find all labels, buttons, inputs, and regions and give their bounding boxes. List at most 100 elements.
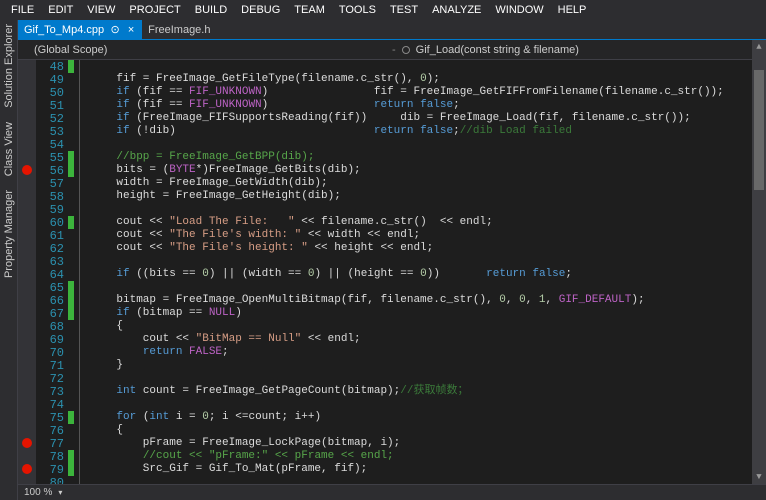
tab-label: FreeImage.h xyxy=(148,24,210,36)
menu-window[interactable]: WINDOW xyxy=(488,4,550,16)
line-number: 64 xyxy=(50,268,64,281)
code-editor[interactable]: 4849505152535455565758596061626364656667… xyxy=(18,60,752,484)
menu-analyze[interactable]: ANALYZE xyxy=(425,4,488,16)
breakpoint-gutter[interactable] xyxy=(18,60,36,484)
code-line[interactable]: if (!dib) return false;//dib Load failed xyxy=(90,125,572,138)
line-number: 75 xyxy=(50,411,64,424)
code-line[interactable]: if ((bits == 0) || (width == 0) || (heig… xyxy=(90,268,572,281)
panel-tab-property-manager[interactable]: Property Manager xyxy=(3,190,15,278)
code-line[interactable]: //bpp = FreeImage_GetBPP(dib); xyxy=(90,151,314,164)
menu-team[interactable]: TEAM xyxy=(287,4,332,16)
menu-view[interactable]: VIEW xyxy=(80,4,122,16)
tab-freeimage-h[interactable]: FreeImage.h xyxy=(142,20,216,39)
zoom-dropdown-icon[interactable]: ▾ xyxy=(58,488,62,497)
code-line[interactable]: width = FreeImage_GetWidth(dib); xyxy=(90,177,328,190)
menu-help[interactable]: HELP xyxy=(551,4,594,16)
line-number: 66 xyxy=(50,294,64,307)
line-number: 79 xyxy=(50,463,64,476)
code-line[interactable]: { xyxy=(90,320,123,333)
line-number: 61 xyxy=(50,229,64,242)
code-line[interactable]: bitmap = FreeImage_OpenMultiBitmap(fif, … xyxy=(90,294,645,307)
code-line[interactable]: if (FreeImage_FIFSupportsReading(fif)) d… xyxy=(90,112,691,125)
scope-left-dropdown[interactable]: (Global Scope) xyxy=(18,44,392,56)
line-number-gutter: 4849505152535455565758596061626364656667… xyxy=(36,60,68,484)
scope-right-dropdown[interactable]: Gif_Load(const string & filename) xyxy=(416,44,579,56)
menu-build[interactable]: BUILD xyxy=(188,4,234,16)
menu-tools[interactable]: TOOLS xyxy=(332,4,383,16)
menu-project[interactable]: PROJECT xyxy=(122,4,187,16)
line-number: 76 xyxy=(50,424,64,437)
panel-tab-class-view[interactable]: Class View xyxy=(3,122,15,176)
navigation-bar: (Global Scope) - Gif_Load(const string &… xyxy=(18,40,766,60)
line-number: 56 xyxy=(50,164,64,177)
line-number: 74 xyxy=(50,398,64,411)
line-number: 52 xyxy=(50,112,64,125)
breakpoint-icon[interactable] xyxy=(22,165,32,175)
line-number: 70 xyxy=(50,346,64,359)
line-number: 65 xyxy=(50,281,64,294)
code-line[interactable]: cout << "BitMap == Null" << endl; xyxy=(90,333,361,346)
line-number: 48 xyxy=(50,60,64,73)
line-number: 63 xyxy=(50,255,64,268)
zoom-level[interactable]: 100 % xyxy=(24,487,52,498)
code-line[interactable]: } xyxy=(90,359,123,372)
pin-icon[interactable]: ⊙ xyxy=(110,23,120,36)
code-line[interactable]: bits = (BYTE*)FreeImage_GetBits(dib); xyxy=(90,164,361,177)
code-line[interactable]: if (bitmap == NULL) xyxy=(90,307,242,320)
line-number: 59 xyxy=(50,203,64,216)
document-tab-bar: Gif_To_Mp4.cpp ⊙ × FreeImage.h xyxy=(18,20,766,40)
menu-file[interactable]: FILE xyxy=(4,4,41,16)
code-line[interactable]: //cout << "pFrame:" << pFrame << endl; xyxy=(90,450,394,463)
line-number: 68 xyxy=(50,320,64,333)
line-number: 73 xyxy=(50,385,64,398)
line-number: 50 xyxy=(50,86,64,99)
line-number: 67 xyxy=(50,307,64,320)
line-number: 62 xyxy=(50,242,64,255)
breakpoint-icon[interactable] xyxy=(22,438,32,448)
tab-gif-to-mp4-cpp[interactable]: Gif_To_Mp4.cpp ⊙ × xyxy=(18,20,142,39)
line-number: 58 xyxy=(50,190,64,203)
tab-label: Gif_To_Mp4.cpp xyxy=(24,24,104,36)
menu-debug[interactable]: DEBUG xyxy=(234,4,287,16)
line-number: 49 xyxy=(50,73,64,86)
tool-window-tabs: Solution Explorer Class View Property Mana… xyxy=(0,20,18,500)
code-line[interactable]: pFrame = FreeImage_LockPage(bitmap, i); xyxy=(90,437,400,450)
close-icon[interactable]: × xyxy=(126,24,136,36)
line-number: 69 xyxy=(50,333,64,346)
code-line[interactable]: height = FreeImage_GetHeight(dib); xyxy=(90,190,341,203)
menu-edit[interactable]: EDIT xyxy=(41,4,80,16)
line-number: 60 xyxy=(50,216,64,229)
code-line[interactable]: { xyxy=(90,424,123,437)
breakpoint-icon[interactable] xyxy=(22,464,32,474)
code-line[interactable]: Src_Gif = Gif_To_Mat(pFrame, fif); xyxy=(90,463,367,476)
code-line[interactable]: if (fif == FIF_UNKNOWN) fif = FreeImage_… xyxy=(90,86,724,99)
line-number: 54 xyxy=(50,138,64,151)
code-line[interactable]: fif = FreeImage_GetFileType(filename.c_s… xyxy=(90,73,440,86)
code-line[interactable]: if (fif == FIF_UNKNOWN) return false; xyxy=(90,99,460,112)
code-line[interactable]: for (int i = 0; i <=count; i++) xyxy=(90,411,321,424)
code-area[interactable]: fif = FreeImage_GetFileType(filename.c_s… xyxy=(86,60,752,484)
line-number: 80 xyxy=(50,476,64,484)
code-line[interactable]: cout << "Load The File: " << filename.c_… xyxy=(90,216,493,229)
code-line[interactable]: cout << "The File's width: " << width <<… xyxy=(90,229,420,242)
scroll-down-arrow[interactable]: ▼ xyxy=(752,470,766,484)
code-line[interactable]: cout << "The File's height: " << height … xyxy=(90,242,433,255)
member-icon xyxy=(402,46,410,54)
menu-test[interactable]: TEST xyxy=(383,4,425,16)
scroll-up-arrow[interactable]: ▲ xyxy=(752,40,766,54)
code-line[interactable]: int count = FreeImage_GetPageCount(bitma… xyxy=(90,385,468,398)
status-bar: 100 % ▾ xyxy=(18,484,766,500)
scope-separator: - xyxy=(392,44,396,56)
line-number: 53 xyxy=(50,125,64,138)
line-number: 77 xyxy=(50,437,64,450)
menu-bar: FILEEDITVIEWPROJECTBUILDDEBUGTEAMTOOLSTE… xyxy=(0,0,766,20)
vertical-scrollbar[interactable]: ▲ ▼ xyxy=(752,40,766,484)
panel-tab-solution-explorer[interactable]: Solution Explorer xyxy=(3,24,15,108)
scroll-thumb[interactable] xyxy=(754,70,764,190)
line-number: 72 xyxy=(50,372,64,385)
line-number: 55 xyxy=(50,151,64,164)
code-line[interactable]: return FALSE; xyxy=(90,346,229,359)
line-number: 57 xyxy=(50,177,64,190)
outline-gutter[interactable] xyxy=(74,60,86,484)
line-number: 51 xyxy=(50,99,64,112)
